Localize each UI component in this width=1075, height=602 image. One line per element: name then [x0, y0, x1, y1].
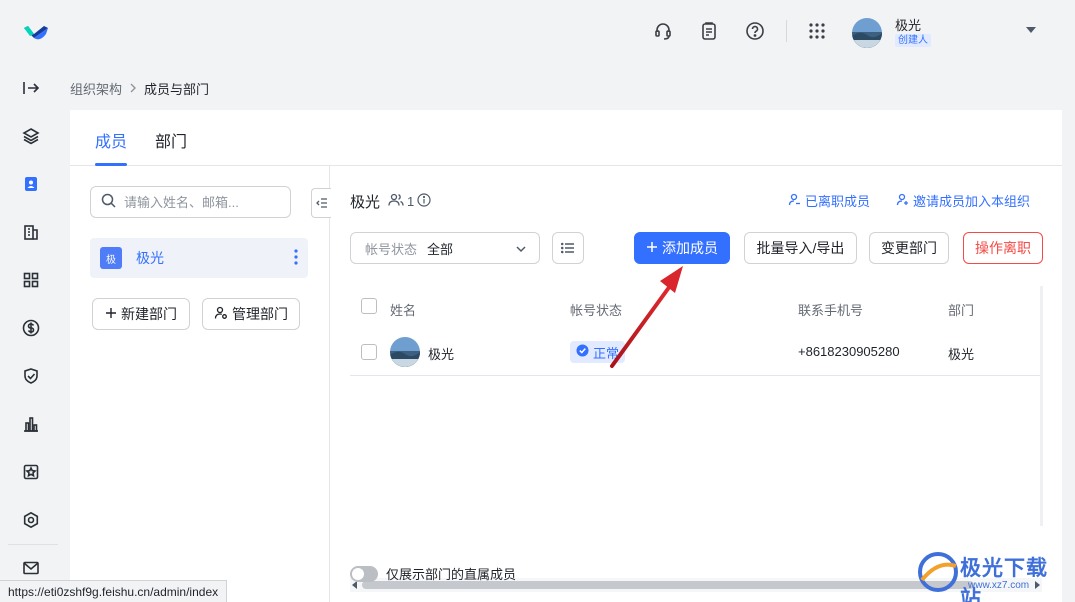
org-logo: 极 [100, 247, 122, 269]
tab-members[interactable]: 成员 [95, 128, 127, 152]
user-role-badge: 创建人 [895, 34, 931, 47]
new-department-button[interactable]: 新建部门 [92, 298, 190, 330]
add-user-icon [896, 193, 909, 209]
org-tree-item[interactable]: 极 极光 [90, 238, 308, 278]
chart-icon[interactable] [20, 413, 42, 435]
resign-button[interactable]: 操作离职 [963, 232, 1043, 264]
resigned-members-label: 已离职成员 [805, 194, 871, 209]
settings-icon[interactable] [20, 509, 42, 531]
left-rail [0, 64, 62, 602]
direct-members-toggle-row: 仅展示部门的直属成员 [350, 564, 516, 583]
collapse-panel-icon[interactable] [311, 188, 331, 218]
expand-icon[interactable] [20, 77, 42, 99]
more-vertical-icon[interactable] [294, 249, 298, 269]
search-box [90, 186, 291, 218]
org-header: 极光 1 [350, 191, 431, 212]
resigned-members-link[interactable]: 已离职成员 [788, 191, 870, 210]
watermark-logo: 极光下载站 www.xz7.com [916, 550, 1066, 602]
direct-members-toggle[interactable] [350, 565, 378, 582]
apps-icon[interactable] [20, 269, 42, 291]
headset-icon[interactable] [652, 20, 674, 42]
divider [786, 20, 787, 42]
user-icon [788, 193, 801, 209]
top-bar: 极光 创建人 [0, 0, 1075, 64]
org-tree-pane: 极 极光 新建部门 管理部门 [70, 166, 331, 602]
select-all-checkbox[interactable] [361, 298, 377, 314]
help-icon[interactable] [744, 20, 766, 42]
member-department: 极光 [948, 347, 975, 362]
mail-icon[interactable] [20, 557, 42, 579]
shield-icon[interactable] [20, 365, 42, 387]
invite-members-link[interactable]: 邀请成员加入本组织 [896, 191, 1030, 210]
chevron-down-icon [515, 243, 527, 258]
member-count-value: 1 [407, 194, 415, 209]
plus-icon [105, 306, 117, 322]
app-logo-icon[interactable] [22, 20, 50, 44]
layers-icon[interactable] [20, 125, 42, 147]
row-checkbox[interactable] [361, 344, 377, 360]
building-icon[interactable] [20, 221, 42, 243]
watermark-url: www.xz7.com [968, 580, 1030, 591]
status-filter-value: 全部 [427, 241, 454, 257]
member-list-pane: 极光 1 已离职成员 邀请成员加入本组织 帐号状态 全部 添加成员 批量导入/导… [330, 166, 1062, 602]
app-grid-icon[interactable] [806, 20, 828, 42]
member-phone: +8618230905280 [798, 344, 900, 359]
direct-members-toggle-label: 仅展示部门的直属成员 [386, 567, 517, 582]
status-filter-label: 帐号状态 [365, 241, 418, 257]
status-filter-select[interactable]: 帐号状态 全部 [350, 232, 540, 264]
divider [8, 544, 58, 545]
search-input[interactable] [124, 194, 274, 210]
user-name[interactable]: 极光 [895, 15, 921, 34]
info-icon[interactable] [417, 193, 431, 210]
chevron-right-icon [128, 81, 138, 96]
manage-department-button[interactable]: 管理部门 [202, 298, 300, 330]
watermark-text: 极光下载站 [960, 557, 1048, 602]
new-department-label: 新建部门 [121, 306, 177, 322]
award-icon[interactable] [20, 461, 42, 483]
change-department-button[interactable]: 变更部门 [869, 232, 949, 264]
status-badge-label: 正常 [593, 345, 620, 361]
breadcrumb-parent[interactable]: 组织架构 [70, 79, 122, 98]
chevron-down-icon[interactable] [1026, 27, 1036, 33]
main-card: 成员 部门 极 极光 新建部门 [70, 110, 1062, 602]
plus-icon [646, 240, 658, 256]
breadcrumb: 组织架构 成员与部门 [70, 79, 209, 98]
dollar-icon[interactable] [20, 317, 42, 339]
add-member-label: 添加成员 [662, 240, 718, 256]
table-header: 姓名 帐号状态 联系手机号 部门 [350, 286, 1042, 330]
column-header-department[interactable]: 部门 [948, 300, 974, 319]
org-title: 极光 [350, 194, 381, 211]
contacts-icon[interactable] [20, 173, 42, 195]
tab-bar: 成员 部门 [70, 110, 1062, 166]
search-icon [101, 193, 116, 211]
breadcrumb-current: 成员与部门 [144, 82, 210, 97]
vertical-scrollbar[interactable] [1040, 286, 1043, 526]
member-name[interactable]: 极光 [428, 344, 454, 363]
check-circle-icon [576, 344, 589, 360]
column-header-name[interactable]: 姓名 [390, 300, 416, 319]
status-badge: 正常 [570, 341, 626, 363]
users-icon [388, 193, 404, 210]
avatar [390, 337, 420, 367]
tab-departments[interactable]: 部门 [155, 128, 187, 152]
manage-department-label: 管理部门 [232, 306, 288, 322]
batch-import-export-button[interactable]: 批量导入/导出 [744, 232, 857, 264]
member-count: 1 [388, 193, 431, 210]
clipboard-icon[interactable] [698, 20, 720, 42]
browser-status-url: https://eti0zshf9g.feishu.cn/admin/index [0, 580, 228, 602]
list-view-icon[interactable] [552, 232, 584, 264]
invite-members-label: 邀请成员加入本组织 [913, 194, 1031, 209]
column-header-phone[interactable]: 联系手机号 [798, 300, 863, 319]
table-row[interactable]: 极光 正常 +8618230905280 极光 [350, 330, 1042, 376]
column-header-status[interactable]: 帐号状态 [570, 300, 622, 319]
avatar[interactable] [852, 18, 882, 48]
add-member-button[interactable]: 添加成员 [634, 232, 730, 264]
user-settings-icon [214, 306, 228, 323]
org-name: 极光 [136, 250, 164, 266]
